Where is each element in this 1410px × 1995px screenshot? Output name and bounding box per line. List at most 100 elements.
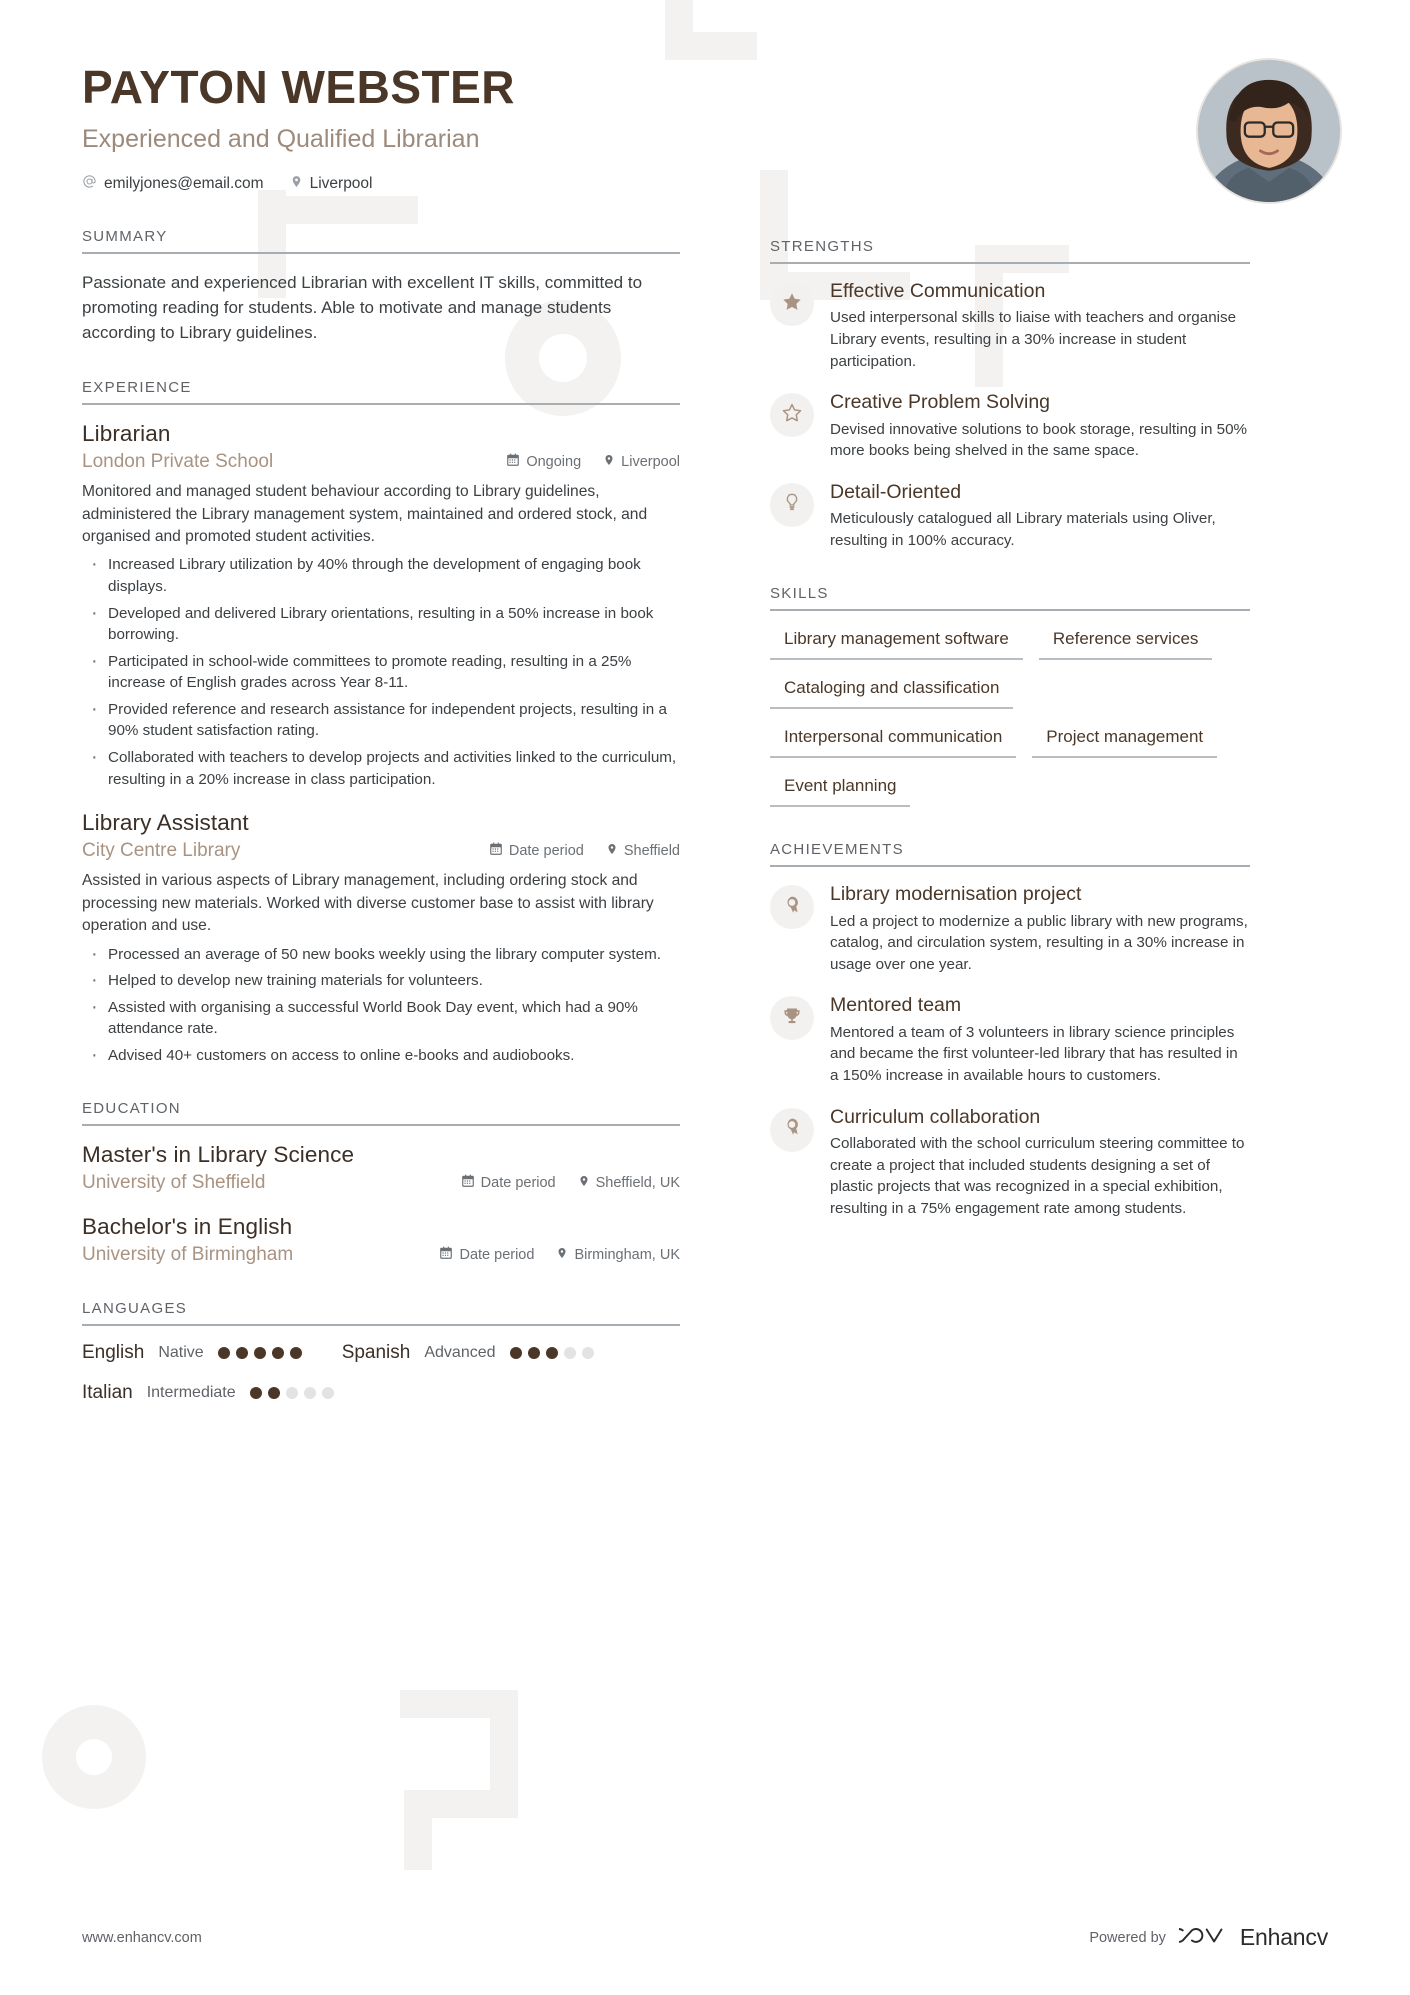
item-badge bbox=[770, 996, 814, 1041]
experience-meta: London Private School Ongoing Liverpool bbox=[82, 451, 680, 473]
language-name: English bbox=[82, 1342, 145, 1364]
rating-dot bbox=[321, 1387, 334, 1400]
star-filled-icon bbox=[781, 291, 803, 318]
footer: www.enhancv.com Powered by Enhancv bbox=[0, 1922, 1410, 1953]
strengths-list: Effective Communication Used interpersona… bbox=[770, 280, 1250, 551]
entry-fact-text: Date period bbox=[508, 843, 584, 860]
experience-bullets: Processed an average of 50 new books wee… bbox=[82, 940, 680, 1069]
list-item: Collaborated with teachers to develop pr… bbox=[82, 743, 680, 790]
entry-fact-text: Sheffield, UK bbox=[595, 1175, 680, 1192]
item-title: Detail-Oriented bbox=[830, 480, 962, 503]
item-title: Effective Communication bbox=[830, 280, 1046, 302]
list-item: Effective Communication Used interpersona… bbox=[770, 280, 1250, 372]
entry-fact-text: Date period bbox=[459, 1247, 535, 1264]
language-level: Intermediate bbox=[146, 1384, 236, 1402]
deco-shape-12 bbox=[404, 1790, 432, 1870]
section-title-summary: SUMMARY bbox=[82, 227, 168, 245]
entry-fact: Sheffield, UK bbox=[578, 1174, 680, 1192]
item-description: Meticulously catalogued all Library mate… bbox=[830, 510, 1216, 549]
experience-description: Assisted in various aspects of Library m… bbox=[82, 872, 654, 935]
education-school: University of Birmingham bbox=[82, 1244, 294, 1266]
rating-dot bbox=[289, 1347, 302, 1360]
entry-fact: Date period bbox=[461, 1174, 556, 1192]
language-item: English Native bbox=[82, 1342, 302, 1364]
entry-fact: Ongoing bbox=[506, 453, 581, 471]
list-item: Assisted with organising a successful Wo… bbox=[82, 993, 680, 1040]
rating-dot bbox=[217, 1347, 230, 1360]
rating-dot bbox=[527, 1347, 540, 1360]
entry-fact: Liverpool bbox=[603, 453, 680, 471]
experience-entry: Library Assistant City Centre Library Date… bbox=[82, 810, 680, 1069]
experience-description: Monitored and managed student behaviour … bbox=[82, 483, 648, 545]
skill-tag: Library management software bbox=[770, 625, 1023, 661]
avatar bbox=[1196, 58, 1342, 204]
list-item: Library modernisation project Led a proje… bbox=[770, 883, 1250, 975]
enhancv-logo-icon bbox=[1171, 1922, 1227, 1953]
list-item: Participated in school-wide committees t… bbox=[82, 647, 680, 694]
rating-dot bbox=[545, 1347, 558, 1360]
rating-dot bbox=[267, 1387, 280, 1400]
entry-fact: Date period bbox=[439, 1246, 534, 1264]
language-level: Native bbox=[158, 1344, 204, 1362]
award-icon bbox=[782, 1117, 802, 1142]
footer-branding: Powered by Enhancv bbox=[1089, 1922, 1328, 1953]
education-facts: Date period Sheffield, UK bbox=[461, 1174, 680, 1192]
experience-list: Librarian London Private School Ongoing Liv… bbox=[82, 421, 680, 1069]
item-title: Creative Problem Solving bbox=[830, 391, 1051, 414]
item-description: Devised innovative solutions to book sto… bbox=[830, 420, 1248, 460]
resume-page: PAYTON WEBSTER Experienced and Qualified… bbox=[0, 0, 1410, 1995]
list-item: Processed an average of 50 new books wee… bbox=[82, 940, 680, 968]
contact-email[interactable]: emilyjones@email.com bbox=[82, 174, 264, 194]
item-badge bbox=[770, 282, 814, 326]
divider bbox=[82, 403, 680, 406]
skill-tag: Project management bbox=[1032, 723, 1218, 759]
experience-organisation: London Private School bbox=[82, 451, 274, 473]
language-item: Italian Intermediate bbox=[82, 1382, 334, 1404]
location-pin-icon bbox=[606, 842, 618, 860]
item-title: Curriculum collaboration bbox=[830, 1105, 1041, 1128]
list-item: Increased Library utilization by 40% thr… bbox=[82, 550, 680, 597]
page-title: PAYTON WEBSTER bbox=[82, 61, 515, 113]
item-description: Led a project to modernize a public libr… bbox=[830, 912, 1248, 973]
item-body: Library modernisation project Led a proje… bbox=[830, 883, 1250, 975]
skill-tag: Event planning bbox=[770, 772, 911, 808]
deco-shape-11 bbox=[404, 1790, 518, 1818]
item-body: Effective Communication Used interpersona… bbox=[830, 280, 1250, 372]
item-body: Mentored team Mentored a team of 3 volunt… bbox=[830, 994, 1250, 1086]
education-school: University of Sheffield bbox=[82, 1172, 266, 1194]
location-text: Liverpool bbox=[309, 174, 373, 192]
experience-bullets: Increased Library utilization by 40% thr… bbox=[82, 550, 680, 790]
section-title-languages: LANGUAGES bbox=[82, 1300, 188, 1318]
rating-dot bbox=[253, 1347, 266, 1360]
section-strengths: STRENGTHS Effective Communication Used in… bbox=[770, 238, 1250, 551]
item-badge bbox=[770, 885, 814, 930]
item-badge bbox=[770, 482, 814, 527]
language-rating bbox=[217, 1347, 302, 1360]
rating-dot bbox=[235, 1347, 248, 1360]
language-name: Italian bbox=[82, 1382, 133, 1404]
section-summary: SUMMARY Passionate and experienced Libra… bbox=[82, 228, 680, 345]
calendar-icon bbox=[439, 1246, 453, 1264]
education-meta: University of Sheffield Date period Sheffi… bbox=[82, 1172, 680, 1194]
rating-dot bbox=[581, 1347, 594, 1360]
divider bbox=[770, 609, 1250, 612]
experience-facts: Date period Sheffield bbox=[489, 842, 680, 860]
section-title-experience: EXPERIENCE bbox=[82, 379, 192, 397]
rating-dot bbox=[509, 1347, 522, 1360]
award-icon bbox=[782, 895, 802, 920]
calendar-icon bbox=[489, 842, 503, 860]
entry-fact-text: Ongoing bbox=[526, 454, 582, 471]
deco-shape-9 bbox=[400, 1690, 518, 1718]
at-icon bbox=[82, 174, 97, 194]
list-item: Provided reference and research assistan… bbox=[82, 695, 680, 742]
section-skills: SKILLS Library management software Refere… bbox=[770, 585, 1250, 808]
education-entry: Bachelor's in English University of Birmi… bbox=[82, 1214, 680, 1266]
footer-url[interactable]: www.enhancv.com bbox=[82, 1930, 202, 1946]
experience-role: Librarian bbox=[82, 421, 171, 447]
item-description: Collaborated with the school curriculum … bbox=[830, 1135, 1245, 1217]
divider bbox=[82, 1324, 680, 1327]
section-education: EDUCATION Master's in Library Science Uni… bbox=[82, 1100, 680, 1266]
brand-name: Enhancv bbox=[1239, 1924, 1328, 1950]
left-column: PAYTON WEBSTER Experienced and Qualified… bbox=[60, 0, 680, 1404]
rating-dot bbox=[271, 1347, 284, 1360]
